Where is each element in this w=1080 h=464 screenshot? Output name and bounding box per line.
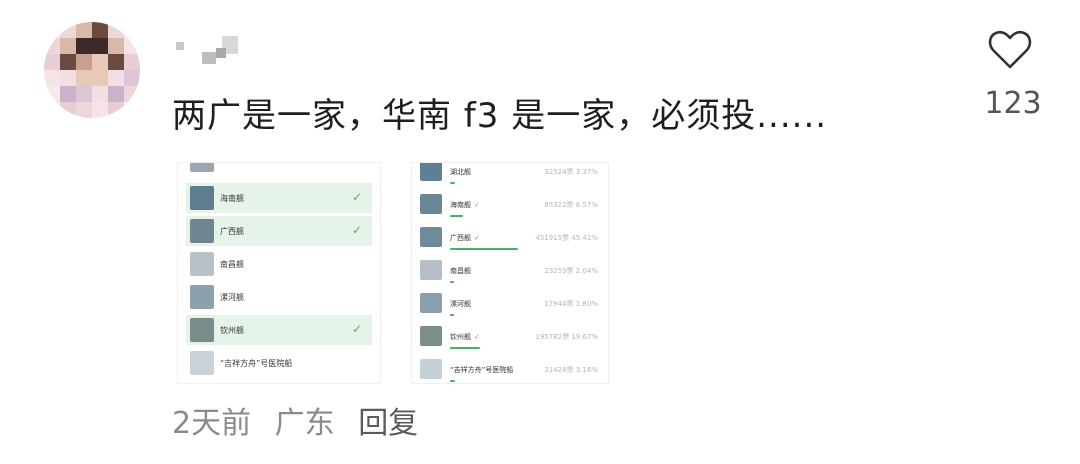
ship-thumbnail bbox=[190, 351, 214, 375]
poll-option-label: “吉祥方舟”号医院船 bbox=[220, 359, 293, 368]
poll-result-bar bbox=[450, 182, 456, 184]
poll-option-label: 钦州舰 bbox=[220, 326, 244, 335]
username-blurred[interactable] bbox=[172, 30, 252, 70]
ship-thumbnail bbox=[420, 194, 442, 214]
attached-image-poll-results[interactable]: 湖北舰 32524票 3.37% 海南舰 ✓ 85322票 8.57% 广西舰 ✓ 45191… bbox=[412, 163, 608, 383]
comment-meta: 2天前 广东 回复 bbox=[172, 398, 432, 442]
poll-option-partial bbox=[186, 163, 372, 175]
poll-result-bar bbox=[450, 314, 454, 316]
poll-option-label: 南昌舰 bbox=[220, 260, 244, 269]
check-icon: ✓ bbox=[474, 234, 480, 242]
poll-result-row: 广西舰 ✓ 451915票 45.41% bbox=[420, 225, 604, 257]
poll-result-stat: 85322票 8.57% bbox=[544, 201, 598, 209]
poll-option[interactable]: 广西舰 ✓ bbox=[186, 216, 372, 246]
like-count: 123 bbox=[984, 86, 1042, 121]
poll-option[interactable]: “吉祥方舟”号医院船 bbox=[186, 348, 372, 378]
check-icon: ✓ bbox=[351, 223, 362, 237]
poll-result-row: “吉祥方舟”号医院船 31428票 3.16% bbox=[420, 357, 604, 383]
poll-result-stat: 17944票 1.80% bbox=[544, 300, 598, 308]
comment-text: 两广是一家，华南 f3 是一家，必须投...... bbox=[172, 96, 828, 136]
check-icon: ✓ bbox=[474, 333, 480, 341]
ship-thumbnail bbox=[420, 359, 442, 379]
poll-result-label: 漯河舰 bbox=[450, 300, 471, 308]
poll-result-row: 湖北舰 32524票 3.37% bbox=[420, 163, 604, 191]
poll-result-bar bbox=[450, 281, 454, 283]
poll-result-row: 漯河舰 17944票 1.80% bbox=[420, 291, 604, 323]
ship-thumbnail bbox=[420, 260, 442, 280]
check-icon: ✓ bbox=[351, 322, 362, 336]
poll-result-bar bbox=[450, 380, 455, 382]
ship-thumbnail bbox=[190, 318, 214, 342]
poll-option[interactable]: 海南舰 ✓ bbox=[186, 183, 372, 213]
poll-result-label: 广西舰 ✓ bbox=[450, 234, 480, 242]
attached-image-poll-options[interactable]: 海南舰 ✓ 广西舰 ✓ 南昌舰漯河舰钦州舰 ✓ “吉祥方舟”号医院船 bbox=[178, 163, 380, 383]
avatar[interactable] bbox=[44, 22, 140, 118]
ship-thumbnail bbox=[190, 219, 214, 243]
poll-result-row: 海南舰 ✓ 85322票 8.57% bbox=[420, 192, 604, 224]
check-icon: ✓ bbox=[351, 190, 362, 204]
check-icon: ✓ bbox=[474, 201, 480, 209]
comment-time: 2天前 bbox=[172, 406, 252, 441]
poll-option[interactable]: 漯河舰 bbox=[186, 282, 372, 312]
poll-result-stat: 451915票 45.41% bbox=[535, 234, 598, 242]
poll-result-stat: 195782票 19.67% bbox=[535, 333, 598, 341]
comment-location: 广东 bbox=[274, 406, 335, 441]
poll-result-label: 南昌舰 bbox=[450, 267, 471, 275]
poll-result-label: 海南舰 ✓ bbox=[450, 201, 480, 209]
poll-option-label: 广西舰 bbox=[220, 227, 244, 236]
ship-thumbnail bbox=[420, 326, 442, 346]
ship-thumbnail bbox=[420, 227, 442, 247]
poll-option-label: 漯河舰 bbox=[220, 293, 244, 302]
poll-result-row: 南昌舰 23253票 2.04% bbox=[420, 258, 604, 290]
ship-thumbnail bbox=[420, 163, 442, 181]
poll-result-bar bbox=[450, 215, 463, 217]
ship-thumbnail bbox=[190, 252, 214, 276]
poll-result-stat: 32524票 3.37% bbox=[544, 168, 598, 176]
heart-outline-icon[interactable] bbox=[986, 26, 1034, 74]
poll-result-row: 钦州舰 ✓ 195782票 19.67% bbox=[420, 324, 604, 356]
ship-thumbnail bbox=[420, 293, 442, 313]
poll-result-label: 钦州舰 ✓ bbox=[450, 333, 480, 341]
poll-option-label: 海南舰 bbox=[220, 194, 244, 203]
ship-thumbnail bbox=[190, 186, 214, 210]
poll-option[interactable]: 钦州舰 ✓ bbox=[186, 315, 372, 345]
poll-result-bar bbox=[450, 248, 519, 250]
poll-result-bar bbox=[450, 347, 480, 349]
poll-result-label: 湖北舰 bbox=[450, 168, 471, 176]
ship-thumbnail bbox=[190, 285, 214, 309]
poll-result-stat: 31428票 3.16% bbox=[544, 366, 598, 374]
poll-result-label: “吉祥方舟”号医院船 bbox=[450, 366, 514, 374]
reply-button[interactable]: 回复 bbox=[358, 406, 418, 441]
poll-option[interactable]: 南昌舰 bbox=[186, 249, 372, 279]
ship-thumbnail bbox=[190, 163, 214, 172]
poll-result-stat: 23253票 2.04% bbox=[544, 267, 598, 275]
